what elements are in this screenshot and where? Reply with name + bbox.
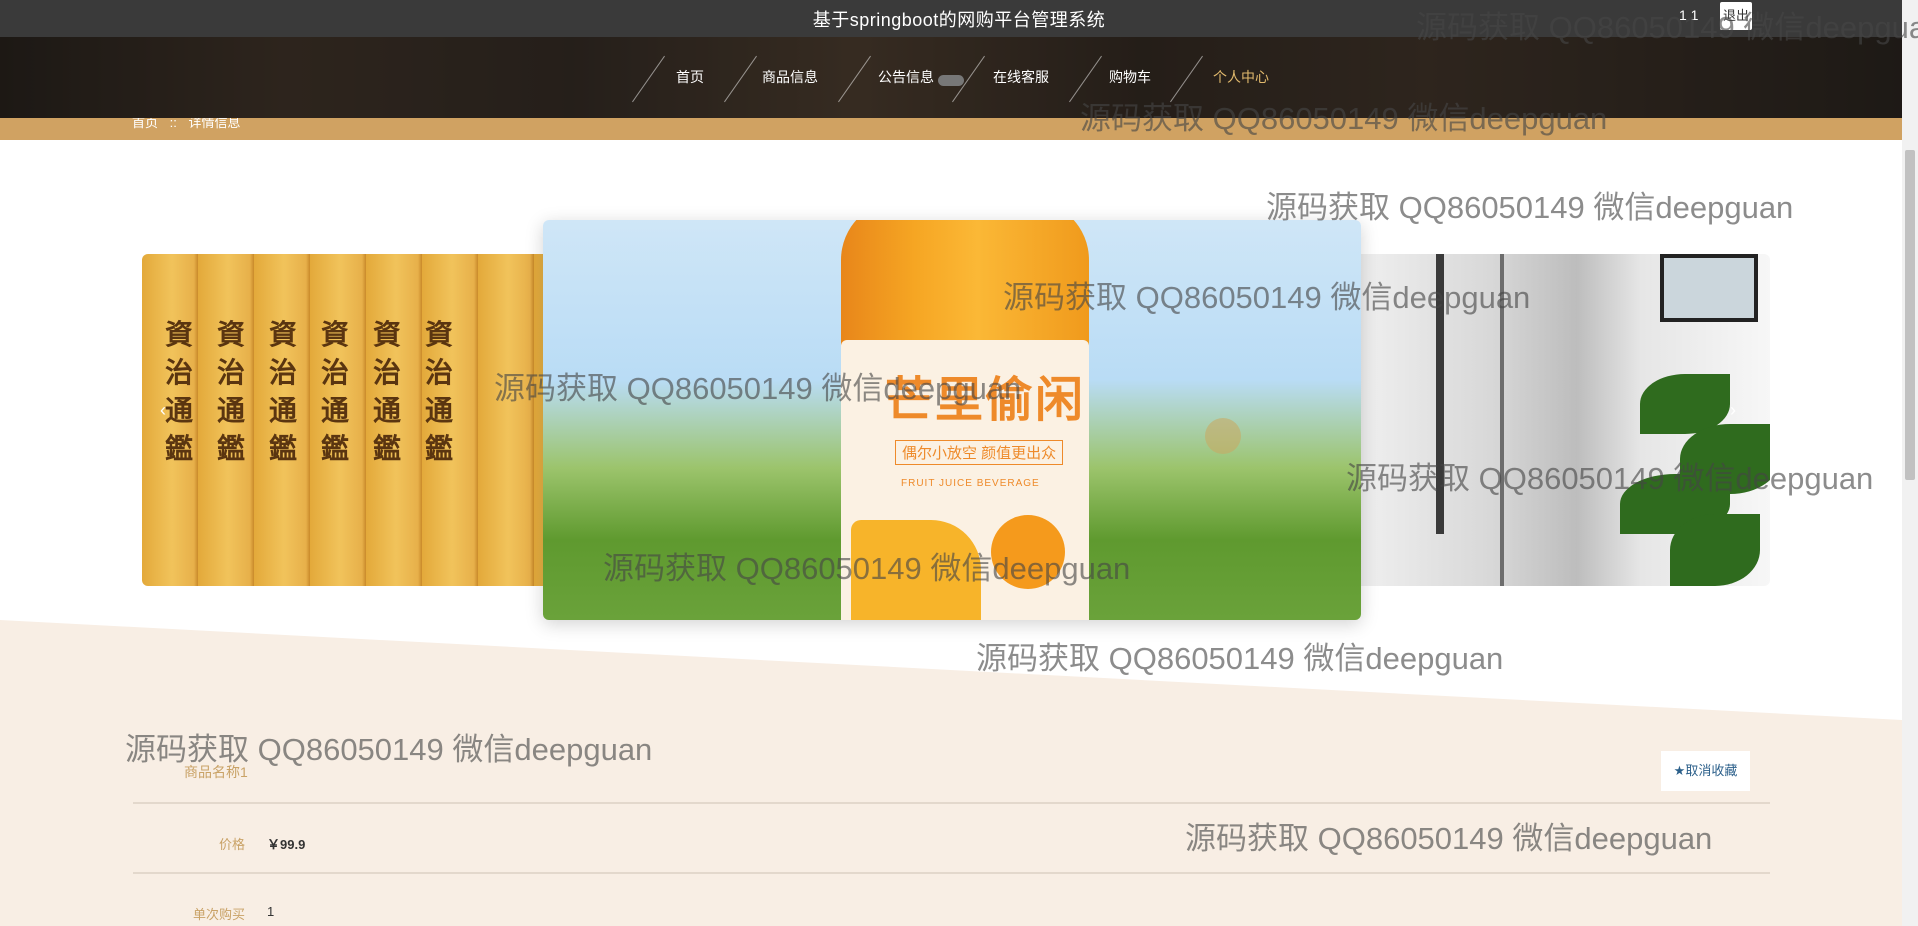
book-spine-text: 資治通鑑 [216, 318, 245, 465]
site-title: 基于springboot的网购平台管理系统 [812, 10, 1106, 30]
mouse-cursor-highlight [1205, 418, 1241, 454]
price-label: 价格 [218, 837, 245, 852]
nav-item-home[interactable]: 首页 [676, 67, 704, 87]
detail-section-background [0, 620, 1902, 926]
divider [133, 872, 1770, 874]
nav-item-products[interactable]: 商品信息 [762, 67, 818, 87]
nav-item-profile[interactable]: 个人中心 [1213, 67, 1269, 87]
nav-item-cart[interactable]: 购物车 [1109, 67, 1151, 87]
top-bar: 基于springboot的网购平台管理系统 1 1 退出 [0, 0, 1902, 37]
carousel-slide-active[interactable]: 芒里偷闲 偶尔小放空 颜值更出众 FRUIT JUICE BEVERAGE [543, 220, 1361, 620]
book-spine-text: 資治通鑑 [320, 318, 349, 465]
product-name: 商品名称1 [184, 764, 248, 780]
book-spine-text: 資治通鑑 [424, 318, 453, 465]
chevron-left-icon[interactable]: ‹ [160, 400, 166, 421]
breadcrumb-strip [0, 118, 1902, 140]
book-spine-text: 資治通鑑 [164, 318, 193, 465]
product-image: 芒里偷闲 偶尔小放空 颜值更出众 FRUIT JUICE BEVERAGE [841, 220, 1089, 620]
logout-button[interactable]: 退出 [1720, 2, 1752, 30]
user-info: 1 1 [1679, 7, 1699, 23]
single-purchase-value: 1 [267, 904, 275, 919]
book-spine-text: 資治通鑑 [268, 318, 297, 465]
main-nav: 首页 商品信息 公告信息 在线客服 购物车 个人中心 [0, 37, 1902, 118]
product-label-english: FRUIT JUICE BEVERAGE [901, 478, 1040, 489]
book-spine-text: 資治通鑑 [372, 318, 401, 465]
toggle-indicator [938, 75, 964, 86]
price-value: ￥99.9 [267, 837, 306, 852]
carousel-slide-next[interactable] [1340, 254, 1770, 586]
unfavorite-button[interactable]: ★取消收藏 [1661, 751, 1750, 791]
product-label-title: 芒里偷闲 [885, 374, 1086, 427]
chevron-right-icon[interactable]: › [1730, 400, 1736, 421]
product-label-subtitle: 偶尔小放空 颜值更出众 [895, 440, 1064, 465]
nav-item-support[interactable]: 在线客服 [993, 67, 1049, 87]
divider [133, 802, 1770, 804]
single-purchase-label: 单次购买 [192, 907, 245, 922]
nav-item-notices[interactable]: 公告信息 [878, 67, 934, 87]
product-image-carousel[interactable]: 資治通鑑 資治通鑑 資治通鑑 資治通鑑 資治通鑑 資治通鑑 ‹ › 芒里偷闲 偶… [0, 220, 1902, 620]
vertical-scrollbar[interactable] [1902, 0, 1918, 926]
watermark-text: 源码获取 QQ86050149 微信deepguan [976, 641, 1504, 676]
carousel-slide-prev[interactable]: 資治通鑑 資治通鑑 資治通鑑 資治通鑑 資治通鑑 資治通鑑 [142, 254, 562, 586]
scrollbar-thumb[interactable] [1905, 150, 1915, 480]
